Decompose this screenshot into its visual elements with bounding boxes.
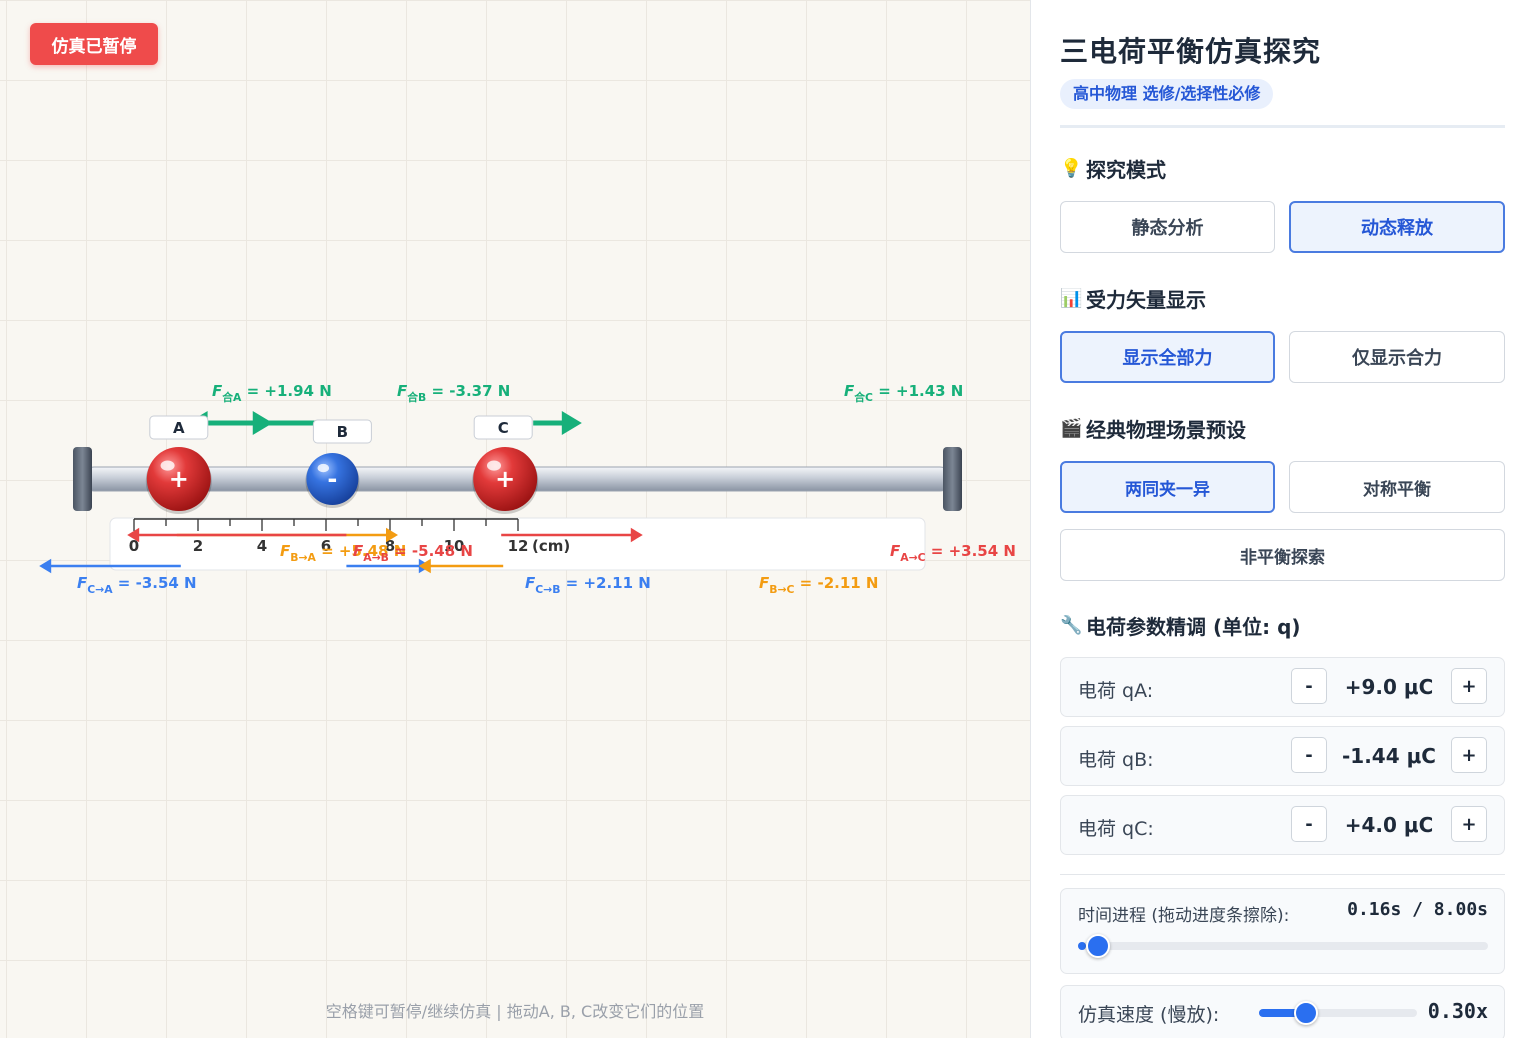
force-label-b-to-c-subscript: B→C (769, 583, 794, 596)
time-scrubber[interactable] (1078, 934, 1488, 958)
net-force-label-c: F合C = +1.43 N (844, 382, 963, 404)
params-section-title: 🔧 电荷参数精调 (单位: q) (1060, 611, 1301, 640)
ruler: 0 2 4 6 8 10 12 (cm) (109, 517, 926, 571)
wrench-icon: 🔧 (1060, 615, 1083, 636)
force-label-b-to-c-value: = -2.11 N (794, 574, 878, 592)
charge-qc-row: 电荷 qC: - +4.0 μC + (1060, 795, 1505, 855)
speed-slider-thumb[interactable] (1294, 1001, 1319, 1025)
charges[interactable]: A+B-C+ (145, 415, 539, 514)
net-force-label-b-value: = -3.37 N (426, 382, 510, 400)
net-force-label-a-value: = +1.94 N (241, 382, 331, 400)
qc-decrease-button[interactable]: - (1291, 806, 1327, 842)
net-force-arrow-c (533, 411, 582, 435)
mode-dynamic-button[interactable]: 动态释放 (1289, 201, 1505, 253)
charge-qb-label: 电荷 qB: (1078, 749, 1154, 771)
charge-sign: + (169, 465, 189, 493)
charge-a[interactable]: A+ (145, 415, 212, 514)
force-label-c-to-b-subscript: C→B (535, 583, 560, 596)
charge-qa-row: 电荷 qA: - +9.0 μC + (1060, 657, 1505, 717)
force-arrow-c-to-a-head (39, 558, 52, 574)
force-label-c-to-a-value: = -3.54 N (113, 574, 197, 592)
ruler-tick-label: 4 (257, 537, 267, 555)
simulation-canvas[interactable]: 0 2 4 6 8 10 12 (cm) F合A = +1.94 N F合B = -3.37 N… (0, 0, 1030, 1038)
force-label-c-to-a: FC→A = -3.54 N (77, 574, 197, 596)
force-label-c-to-b-value: = +2.11 N (560, 574, 650, 592)
charge-qb-value: -1.44 μC (1341, 744, 1436, 768)
page-title: 三电荷平衡仿真探究 (1060, 35, 1322, 68)
time-progress-value: 0.16s / 8.00s (1347, 899, 1488, 920)
ruler-tick-label: 2 (193, 537, 203, 555)
net-force-label-b-subscript: 合B (407, 390, 426, 404)
qb-increase-button[interactable]: + (1451, 737, 1487, 773)
force-label-b-to-c: FB→C = -2.11 N (759, 574, 878, 596)
pause-status-badge[interactable]: 仿真已暂停 (30, 23, 158, 65)
title-divider (1060, 125, 1505, 128)
bar-chart-icon: 📊 (1060, 288, 1083, 309)
control-panel: 三电荷平衡仿真探究 高中物理 选修/选择性必修 💡 探究模式 静态分析 动态释放… (1030, 0, 1532, 1038)
charge-qc-label: 电荷 qC: (1078, 818, 1154, 840)
charge-qa-value: +9.0 μC (1344, 675, 1434, 699)
charge-qc-value: +4.0 μC (1344, 813, 1434, 837)
show-all-forces-button[interactable]: 显示全部力 (1060, 331, 1275, 383)
charge-c[interactable]: C+ (472, 415, 539, 514)
qa-decrease-button[interactable]: - (1291, 668, 1327, 704)
lightbulb-icon: 💡 (1060, 158, 1083, 179)
charge-sign: + (495, 465, 515, 493)
force-label-a-to-c-value: = +3.54 N (926, 542, 1016, 560)
time-progress-label: 时间进程 (拖动进度条擦除): (1078, 906, 1290, 926)
mode-section-label: 探究模式 (1086, 158, 1166, 182)
time-scrubber-fill (1078, 942, 1087, 950)
time-progress-box: 时间进程 (拖动进度条擦除): 0.16s / 8.00s (1060, 888, 1505, 974)
force-label-c-to-b: FC→B = +2.11 N (525, 574, 651, 596)
keyboard-hint: 空格键可暂停/继续仿真 | 拖动A, B, C改变它们的位置 (325, 1002, 705, 1021)
force-label-b-to-a-subscript: B→A (290, 551, 316, 564)
scene-section-title: 🎬 经典物理场景预设 (1060, 414, 1246, 443)
ruler-unit-label: (cm) (532, 537, 570, 555)
mode-section-title: 💡 探究模式 (1060, 154, 1166, 183)
mode-static-button[interactable]: 静态分析 (1060, 201, 1275, 253)
vector-section-title: 📊 受力矢量显示 (1060, 284, 1206, 313)
scene-section-label: 经典物理场景预设 (1086, 418, 1246, 442)
charge-label: A (173, 419, 185, 437)
speed-slider[interactable] (1259, 1001, 1417, 1025)
preset-symmetric-button[interactable]: 对称平衡 (1289, 461, 1505, 513)
qb-decrease-button[interactable]: - (1291, 737, 1327, 773)
clapperboard-icon: 🎬 (1060, 418, 1083, 439)
charge-label: B (337, 423, 348, 441)
charge-b[interactable]: B- (305, 419, 372, 508)
net-force-arrow-c-head (561, 411, 582, 435)
net-force-label-b: F合B = -3.37 N (397, 382, 510, 404)
rod-left-cap (73, 447, 92, 511)
charge-qb-row: 电荷 qB: - -1.44 μC + (1060, 726, 1505, 786)
preset-non-equilibrium-button[interactable]: 非平衡探索 (1060, 529, 1505, 581)
ruler-tick-label: 12 (508, 537, 529, 555)
qa-increase-button[interactable]: + (1451, 668, 1487, 704)
net-force-label-a: F合A = +1.94 N (212, 382, 332, 404)
speed-box: 仿真速度 (慢放): 0.30x (1060, 985, 1505, 1038)
speed-value: 0.30x (1427, 999, 1488, 1023)
force-label-c-to-a-subscript: C→A (87, 583, 113, 596)
force-label-a-to-b-subscript: A→B (363, 551, 389, 564)
params-section-label: 电荷参数精调 (单位: q) (1086, 615, 1301, 639)
preset-two-same-one-diff-button[interactable]: 两同夹一异 (1060, 461, 1275, 513)
net-force-label-c-value: = +1.43 N (873, 382, 963, 400)
force-label-a-to-c-subscript: A→C (900, 551, 925, 564)
time-scrubber-thumb[interactable] (1086, 934, 1111, 958)
net-force-label-a-subscript: 合A (222, 390, 242, 404)
course-badge: 高中物理 选修/选择性必修 (1060, 79, 1274, 109)
vector-section-label: 受力矢量显示 (1086, 288, 1206, 312)
charge-qa-label: 电荷 qA: (1078, 680, 1154, 702)
charge-label: C (498, 419, 509, 437)
rod-right-cap (943, 447, 962, 511)
params-divider (1060, 874, 1505, 875)
net-force-label-c-subscript: 合C (854, 390, 873, 404)
qc-increase-button[interactable]: + (1451, 806, 1487, 842)
charge-sign: - (327, 465, 337, 493)
simulation-stage[interactable]: 0 2 4 6 8 10 12 (cm) F合A = +1.94 N F合B = -3.37 N… (0, 0, 1030, 1038)
speed-label: 仿真速度 (慢放): (1078, 1004, 1220, 1026)
force-label-a-to-b-value: = -5.48 N (389, 542, 473, 560)
show-net-force-button[interactable]: 仅显示合力 (1289, 331, 1505, 383)
